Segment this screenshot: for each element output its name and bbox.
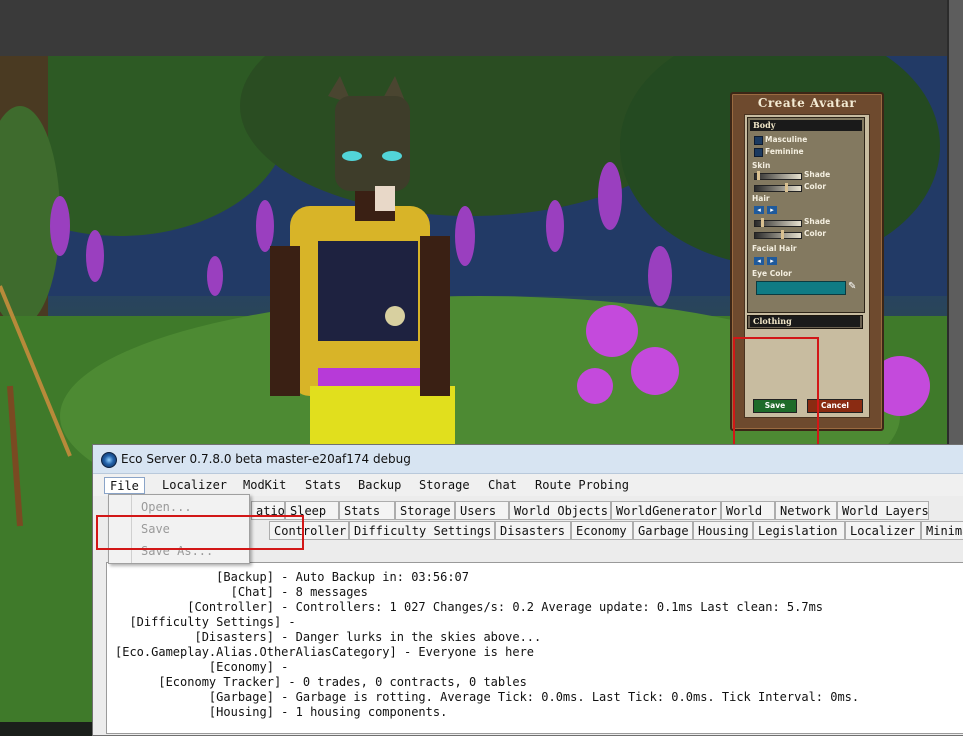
top-dark-band [0,0,947,56]
menu-backup[interactable]: Backup [353,477,406,494]
menu-bar: File Localizer ModKit Stats Backup Stora… [93,474,963,496]
window-titlebar[interactable]: Eco Server 0.7.8.0 beta master-e20af174 … [93,445,963,474]
facial-hair-next-arrow-icon[interactable]: ▸ [767,257,777,265]
tab-world-objects[interactable]: World Objects [509,501,611,520]
tab-garbage[interactable]: Garbage [633,521,693,540]
eyedropper-icon[interactable]: ✎ [848,281,856,292]
masculine-checkbox[interactable] [754,136,763,145]
tab-storage[interactable]: Storage [395,501,455,520]
log-line: [Housing] - 1 housing components. [115,705,448,719]
hair-prev-arrow-icon[interactable]: ◂ [754,206,764,214]
log-line: [Disasters] - Danger lurks in the skies … [115,630,542,644]
tab-world[interactable]: World [721,501,775,520]
menu-chat[interactable]: Chat [483,477,522,494]
eye-color-swatch[interactable] [756,281,846,295]
body-section: Body Masculine Feminine Skin Shade Color… [747,117,865,313]
log-line: [Eco.Gameplay.Alias.OtherAliasCategory] … [115,645,535,659]
log-line: [Difficulty Settings] - [115,615,296,629]
avatar-panel-title: Create Avatar [757,96,857,110]
log-line: [Economy Tracker] - 0 trades, 0 contract… [115,675,527,689]
tab-users[interactable]: Users [455,501,509,520]
tab-disasters[interactable]: Disasters [495,521,571,540]
tab-network[interactable]: Network [775,501,837,520]
server-log[interactable]: [Backup] - Auto Backup in: 03:56:07 [Cha… [106,562,963,734]
menu-localizer[interactable]: Localizer [157,477,232,494]
save-highlight-box [733,337,819,452]
menu-item-open[interactable]: Open... [141,500,192,514]
eco-server-window: Eco Server 0.7.8.0 beta master-e20af174 … [92,444,963,736]
menu-stats[interactable]: Stats [300,477,346,494]
hair-label: Hair [752,194,770,203]
facial-hair-label: Facial Hair [752,244,797,253]
eye-color-label: Eye Color [752,269,792,278]
tab-world-layers[interactable]: World Layers [837,501,929,520]
skin-color-label: Color [804,182,827,191]
tab-localizer[interactable]: Localizer [845,521,921,540]
clothing-section[interactable]: Clothing [747,315,863,329]
log-line: [Backup] - Auto Backup in: 03:56:07 [115,570,470,584]
menu-file[interactable]: File [104,477,145,494]
menu-modkit[interactable]: ModKit [238,477,291,494]
log-line: [Chat] - 8 messages [115,585,368,599]
eco-app-icon [101,452,117,468]
skin-shade-label: Shade [804,170,831,179]
hair-next-arrow-icon[interactable]: ▸ [767,206,777,214]
menu-route-probing[interactable]: Route Probing [530,477,634,494]
body-header[interactable]: Body [750,120,862,131]
log-line: [Economy] - [115,660,289,674]
skin-label: Skin [752,161,771,170]
hair-color-slider[interactable] [754,230,802,239]
tab-stats[interactable]: Stats [339,501,395,520]
log-line: [Controller] - Controllers: 1 027 Change… [115,600,824,614]
feminine-label: Feminine [765,147,804,156]
clothing-header[interactable]: Clothing [750,316,860,327]
tab-minima[interactable]: Minima [921,521,963,540]
tab-worldgenerator[interactable]: WorldGenerator [611,501,721,520]
masculine-label: Masculine [765,135,808,144]
hair-shade-slider[interactable] [754,218,802,227]
menu-storage[interactable]: Storage [414,477,475,494]
log-line: [Garbage] - Garbage is rotting. Average … [115,690,860,704]
hair-color-label: Color [804,229,827,238]
window-title: Eco Server 0.7.8.0 beta master-e20af174 … [121,452,411,466]
file-save-highlight-box [96,515,304,550]
tab-housing[interactable]: Housing [693,521,753,540]
facial-hair-prev-arrow-icon[interactable]: ◂ [754,257,764,265]
skin-shade-slider[interactable] [754,171,802,180]
feminine-checkbox[interactable] [754,148,763,157]
tab-legislation[interactable]: Legislation [753,521,845,540]
skin-color-slider[interactable] [754,183,802,192]
hair-shade-label: Shade [804,217,831,226]
tab-economy[interactable]: Economy [571,521,633,540]
tab-difficulty-settings[interactable]: Difficulty Settings [349,521,495,540]
